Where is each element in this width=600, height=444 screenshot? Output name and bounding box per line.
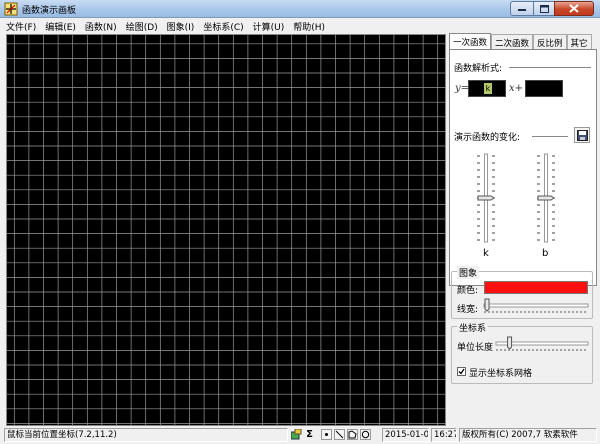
graph-style-group: 图象 颜色: 线宽: [451, 266, 593, 319]
circle-icon [360, 429, 371, 440]
x-plus-label: x+ [509, 83, 524, 94]
minimize-icon [517, 8, 526, 11]
linewidth-slider[interactable] [482, 298, 590, 314]
control-panel: 一次函数 二次函数 反比例 其它 函数解析式: y= k x+ 演示函数的变化:… [449, 33, 597, 426]
window-title: 函数演示画板 [22, 6, 77, 16]
formula-label: 函数解析式: [454, 64, 503, 74]
b-slider-label: b [542, 248, 549, 259]
b-input[interactable] [525, 80, 563, 97]
grid-checkbox[interactable] [457, 367, 466, 376]
save-button[interactable] [574, 127, 590, 143]
divider [509, 67, 591, 68]
coordinate-title: 坐标系 [457, 321, 489, 334]
k-slider[interactable] [474, 152, 498, 244]
menu-calculate[interactable]: 计算(U) [253, 20, 285, 33]
k-value: k [484, 83, 492, 94]
close-icon [569, 4, 579, 13]
maximize-icon [539, 4, 549, 13]
linear-tab-body: 函数解析式: y= k x+ 演示函数的变化: k b [449, 49, 597, 286]
tab-inverse[interactable]: 反比例 [533, 34, 567, 50]
polygon-icon [347, 429, 358, 440]
color-picker[interactable] [484, 281, 588, 294]
k-input[interactable]: k [468, 80, 506, 97]
slider-thumb[interactable] [477, 195, 495, 201]
demo-label: 演示函数的变化: [454, 133, 521, 143]
maximize-button[interactable] [533, 1, 555, 16]
status-time: 16:27 [431, 428, 457, 442]
save-icon [576, 129, 588, 141]
status-bar: 鼠标当前位置坐标(7.2,11.2) Σ 2015-01-07 16:27 版权… [0, 427, 600, 444]
graph-tool-icon [291, 429, 302, 440]
function-tabs: 一次函数 二次函数 反比例 其它 [449, 33, 597, 50]
cursor-coordinates: 鼠标当前位置坐标(7.2,11.2) [4, 428, 288, 442]
sigma-icon: Σ [306, 429, 313, 440]
slider-thumb[interactable] [537, 195, 555, 201]
grid-checkbox-label: 显示坐标系网格 [469, 369, 533, 379]
polygon-tool-button[interactable] [347, 429, 358, 440]
tab-linear[interactable]: 一次函数 [449, 33, 492, 50]
circle-tool-button[interactable] [360, 429, 371, 440]
slider-track [483, 303, 589, 308]
menu-draw[interactable]: 绘图(D) [126, 20, 158, 33]
checkmark-icon [458, 368, 465, 375]
title-bar: 函数演示画板 [0, 0, 600, 18]
linewidth-label: 线宽: [457, 305, 479, 315]
line-icon [334, 429, 345, 440]
point-tool-button[interactable] [321, 429, 332, 440]
status-date: 2015-01-07 [382, 428, 429, 442]
unit-length-slider[interactable] [494, 336, 590, 352]
app-icon [4, 2, 18, 16]
color-label: 颜色: [457, 286, 479, 296]
unit-length-label: 单位长度 [457, 343, 494, 353]
sum-tool-button[interactable]: Σ [304, 429, 315, 440]
menu-file[interactable]: 文件(F) [6, 20, 36, 33]
menu-function[interactable]: 函数(N) [85, 20, 117, 33]
line-tool-button[interactable] [334, 429, 345, 440]
point-icon [321, 429, 332, 440]
slider-thumb[interactable] [507, 336, 513, 350]
menu-coordinate[interactable]: 坐标系(C) [203, 20, 243, 33]
minimize-button[interactable] [510, 1, 534, 16]
tab-quadratic[interactable]: 二次函数 [491, 34, 534, 50]
graph-tool-button[interactable] [291, 429, 302, 440]
divider [532, 136, 568, 137]
y-equals-label: y= [455, 83, 470, 94]
slider-thumb[interactable] [484, 298, 490, 312]
close-button[interactable] [554, 1, 594, 16]
menu-edit[interactable]: 编辑(E) [45, 20, 76, 33]
k-slider-label: k [483, 248, 489, 259]
menu-image[interactable]: 图象(I) [167, 20, 195, 33]
tab-other[interactable]: 其它 [566, 34, 592, 50]
graph-canvas[interactable] [6, 34, 446, 426]
coordinate-group: 坐标系 单位长度 显示坐标系网格 [451, 321, 593, 384]
graph-style-title: 图象 [457, 266, 480, 279]
status-copyright: 版权所有(C) 2007,7 软素软件 [459, 428, 597, 442]
coordinate-grid [7, 35, 445, 425]
menu-bar: 文件(F) 编辑(E) 函数(N) 绘图(D) 图象(I) 坐标系(C) 计算(… [0, 19, 600, 34]
menu-help[interactable]: 帮助(H) [293, 20, 325, 33]
b-slider[interactable] [534, 152, 558, 244]
